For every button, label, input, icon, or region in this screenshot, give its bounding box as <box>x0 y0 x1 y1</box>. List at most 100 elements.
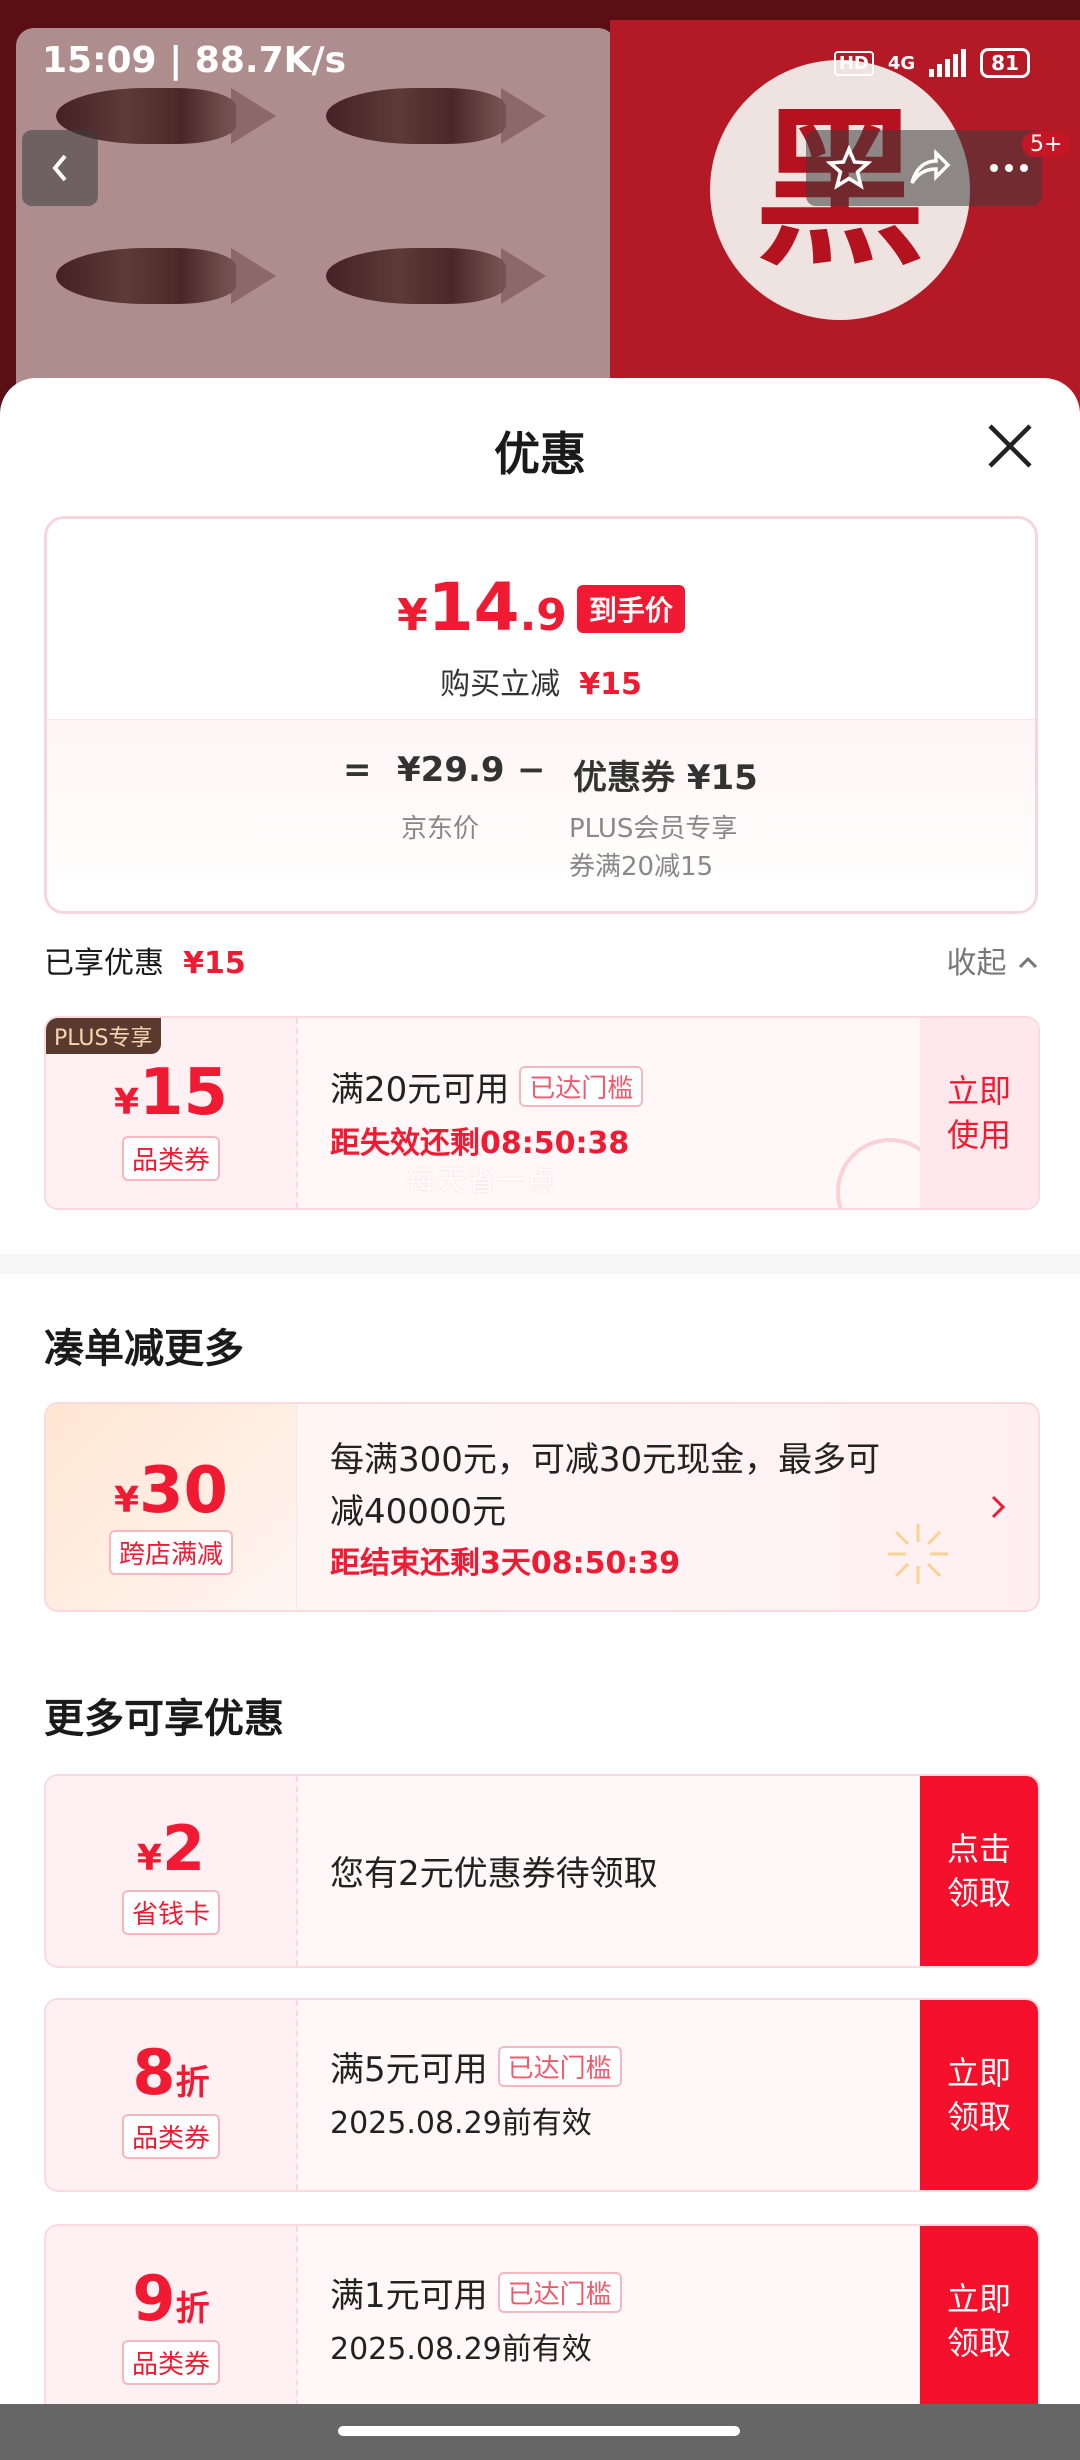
section-divider <box>0 1254 1080 1274</box>
price-integer: 14 <box>427 569 520 646</box>
cross-store-value-area: ¥30 跨店满减 <box>46 1404 297 1610</box>
home-indicator[interactable] <box>338 2426 740 2436</box>
threshold-badge: 已达门槛 <box>519 1066 644 1107</box>
coupon-type: 品类券 <box>121 2340 220 2385</box>
price-breakdown: = ¥29.9 − 优惠券 ¥15 京东价 PLUS会员专享 券满20减15 <box>47 719 1035 911</box>
coupon-title: 满5元可用 已达门槛 <box>330 2042 622 2091</box>
button-text-line1: 立即 <box>946 2280 1011 2318</box>
instant-discount-amount: ¥15 <box>579 667 642 702</box>
collapse-label: 收起 <box>946 946 1007 981</box>
battery-icon: 81 <box>980 48 1030 78</box>
coupon-validity: 2025.08.29前有效 <box>330 2106 592 2141</box>
coupon-deduction: 优惠券 ¥15 <box>573 758 758 798</box>
navigation-bar <box>0 2404 1080 2460</box>
cross-store-amount-value: 30 <box>139 1454 229 1528</box>
top-actions <box>806 130 1042 206</box>
cross-store-amount: ¥30 <box>46 1454 296 1528</box>
currency-symbol: ¥ <box>397 590 428 641</box>
savings-card-coupon: ¥2 省钱卡 您有2元优惠券待领取 点击 领取 <box>44 1774 1040 1968</box>
coupon-currency: ¥ <box>136 1838 162 1879</box>
cross-store-currency: ¥ <box>113 1480 139 1521</box>
signal-icon <box>929 49 967 77</box>
close-icon[interactable] <box>982 418 1038 474</box>
cross-store-rule-line1: 每满300元，可减30元现金，最多可 <box>330 1440 881 1480</box>
coupon-amount-value: 9 <box>132 2262 176 2335</box>
coupon-value-area: PLUS专享 ¥15 品类券 <box>46 1018 298 1208</box>
cross-store-countdown: 距结束还剩3天08:50:39 <box>330 1546 681 1581</box>
coupon-amount-value: 15 <box>139 1056 229 1130</box>
chevron-up-icon <box>1018 956 1038 969</box>
claim-button[interactable]: 点击 领取 <box>920 1776 1038 1966</box>
final-price-card: ¥14.9 到手价 购买立减 ¥15 = ¥29.9 − 优惠券 ¥15 京东价 … <box>44 516 1038 914</box>
message-badge: 5+ <box>1022 132 1071 157</box>
coupon-amount-value: 2 <box>161 1812 206 1885</box>
status-bar: 15:09 | 88.7K/s HD 4G 81 <box>0 40 1080 100</box>
coupon-type: 省钱卡 <box>121 1890 220 1935</box>
chevron-right-icon <box>991 1495 1006 1519</box>
coupon-validity: 2025.08.29前有效 <box>330 2332 592 2367</box>
coupon-title: 您有2元优惠券待领取 <box>330 1854 658 1894</box>
coupon-type: 品类券 <box>121 1136 220 1181</box>
coupon-amount: 8折 <box>46 2036 296 2109</box>
coupon-amount: ¥2 <box>46 1812 296 1885</box>
section-title-other: 更多可享优惠 <box>44 1696 284 1742</box>
instant-discount-label: 购买立减 <box>440 667 561 702</box>
cross-store-type: 跨店满减 <box>108 1530 233 1575</box>
watermark-text: 每天省一点 <box>406 1164 556 1199</box>
coupon-condition: 满5元可用 <box>330 2050 488 2090</box>
back-button[interactable] <box>22 130 98 206</box>
button-text-line1: 立即 <box>946 2054 1011 2092</box>
price-decimal: .9 <box>519 590 567 641</box>
claim-button[interactable]: 立即 领取 <box>920 2226 1038 2416</box>
enjoyed-label: 已享优惠 <box>44 946 164 981</box>
button-text-line1: 点击 <box>946 1830 1011 1868</box>
coupon-amount: ¥15 <box>46 1056 296 1130</box>
coupon-value-area: 9折 品类券 <box>46 2226 298 2416</box>
plus-member-label: PLUS会员专享 <box>569 814 738 844</box>
jd-price: ¥29.9 <box>397 750 505 790</box>
coupon-type: 品类券 <box>121 2114 220 2159</box>
final-price: ¥14.9 到手价 <box>47 569 1035 646</box>
fish-image <box>56 248 276 304</box>
plus-coupon-card: PLUS专享 ¥15 品类券 满20元可用 已达门槛 距失效还剩08:50:38 … <box>44 1016 1040 1210</box>
coupon-value-area: ¥2 省钱卡 <box>46 1776 298 1966</box>
coupon-condition-label: 券满20减15 <box>569 852 714 882</box>
star-icon[interactable] <box>826 145 872 191</box>
enjoyed-amount: ¥15 <box>183 946 246 981</box>
firework-decoration-icon <box>888 1524 948 1584</box>
category-coupon-9: 9折 品类券 满1元可用 已达门槛 2025.08.29前有效 立即领取 <box>44 2224 1040 2418</box>
sheet-title: 优惠 <box>494 427 586 481</box>
section-title-more: 凑单减更多 <box>44 1326 244 1372</box>
coupon-currency: ¥ <box>113 1082 139 1123</box>
threshold-badge: 已达门槛 <box>497 2046 622 2087</box>
coupon-value-area: 8折 品类券 <box>46 2000 298 2190</box>
jd-price-label: 京东价 <box>401 814 480 844</box>
use-now-button[interactable]: 立即 使用 <box>920 1018 1038 1208</box>
chevron-left-icon <box>52 154 67 182</box>
coupon-condition: 满20元可用 <box>330 1070 510 1110</box>
equals-sign: = <box>343 750 372 790</box>
coupon-amount: 9折 <box>46 2262 296 2335</box>
plus-exclusive-tag: PLUS专享 <box>46 1018 161 1054</box>
hd-icon: HD <box>833 50 874 76</box>
button-text-line2: 领取 <box>946 2098 1011 2136</box>
category-coupon-8: 8折 品类券 满5元可用 已达门槛 2025.08.29前有效 立即领取 <box>44 1998 1040 2192</box>
coupon-unit: 折 <box>175 2063 210 2103</box>
network-label: 4G <box>887 52 916 74</box>
enjoyed-discount: 已享优惠 ¥15 <box>44 938 246 982</box>
fish-image <box>326 248 546 304</box>
claim-button[interactable]: 立即 领取 <box>920 2000 1038 2190</box>
share-icon[interactable] <box>906 145 952 191</box>
coupon-unit: 折 <box>175 2289 210 2329</box>
button-text-line1: 立即 <box>946 1072 1011 1110</box>
button-text-line2: 使用 <box>946 1116 1011 1154</box>
button-text-line2: 领取 <box>946 2324 1011 2362</box>
threshold-badge: 已达门槛 <box>497 2272 622 2313</box>
collapse-button[interactable]: 收起 <box>946 938 1040 982</box>
coupon-amount-value: 8 <box>132 2036 176 2109</box>
coupon-condition: 满1元可用 <box>330 2276 488 2316</box>
cross-store-discount-card[interactable]: ¥30 跨店满减 每满300元，可减30元现金，最多可 减40000元 距结束还… <box>44 1402 1040 1612</box>
status-time: 15:09 | 88.7K/s <box>42 40 347 81</box>
minus-sign: − <box>517 750 546 790</box>
cross-store-rule-line2: 减40000元 <box>330 1492 507 1532</box>
